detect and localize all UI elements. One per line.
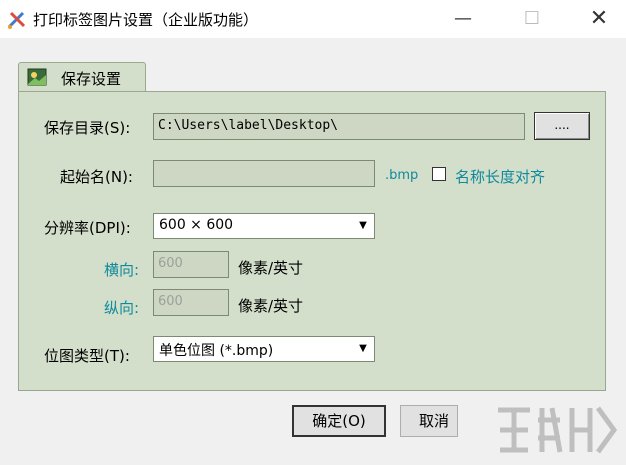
- watermark-logo-icon: [498, 406, 618, 454]
- dropdown-arrow-icon[interactable]: ▼: [354, 339, 372, 359]
- vertical-label: 纵向:: [104, 299, 140, 317]
- browse-button[interactable]: ....: [534, 112, 590, 140]
- horizontal-unit-label: 像素/英寸: [238, 259, 304, 277]
- window-title: 打印标签图片设置（企业版功能）: [33, 11, 259, 29]
- app-icon: [7, 11, 26, 29]
- tab-save-settings[interactable]: 保存设置: [18, 62, 146, 92]
- horizontal-label: 横向:: [104, 261, 140, 279]
- minimize-button[interactable]: —: [440, 0, 486, 38]
- bitmap-type-selected-value: 单色位图 (*.bmp): [159, 343, 274, 359]
- align-length-checkbox[interactable]: [432, 167, 446, 181]
- vertical-unit-label: 像素/英寸: [238, 297, 304, 315]
- horizontal-dpi-input[interactable]: 600: [153, 251, 229, 278]
- start-name-label: 起始名(N):: [60, 168, 133, 186]
- image-settings-icon: [27, 68, 47, 86]
- bitmap-type-label: 位图类型(T):: [44, 347, 130, 365]
- maximize-button[interactable]: ☐: [509, 0, 555, 38]
- vertical-dpi-input[interactable]: 600: [153, 289, 229, 316]
- dropdown-arrow-icon[interactable]: ▼: [354, 216, 372, 236]
- save-dir-input[interactable]: C:\Users\label\Desktop\: [153, 113, 525, 140]
- bitmap-type-select[interactable]: 单色位图 (*.bmp) ▼: [153, 336, 375, 362]
- title-bar: 打印标签图片设置（企业版功能） — ☐ ✕: [0, 0, 626, 38]
- start-name-input[interactable]: [153, 160, 375, 187]
- ok-button[interactable]: 确定(O): [292, 405, 386, 437]
- extension-label: .bmp: [385, 168, 419, 183]
- tab-label: 保存设置: [61, 70, 122, 88]
- save-dir-label: 保存目录(S):: [44, 119, 131, 137]
- align-length-label: 名称长度对齐: [455, 168, 546, 186]
- close-button[interactable]: ✕: [576, 0, 622, 38]
- resolution-label: 分辨率(DPI):: [44, 219, 131, 237]
- resolution-selected-value: 600 × 600: [159, 217, 234, 233]
- cancel-button[interactable]: 取消: [400, 405, 458, 437]
- resolution-select[interactable]: 600 × 600 ▼: [153, 213, 375, 239]
